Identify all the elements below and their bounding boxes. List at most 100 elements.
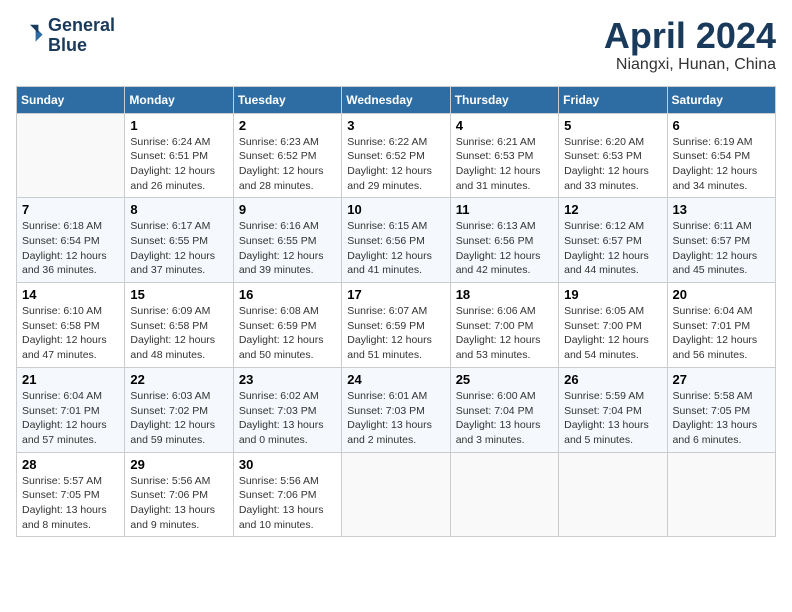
day-number: 10 <box>347 202 444 217</box>
calendar-cell <box>342 452 450 537</box>
calendar-cell: 12 Sunrise: 6:12 AM Sunset: 6:57 PM Dayli… <box>559 198 667 283</box>
day-info: Sunrise: 6:02 AM Sunset: 7:03 PM Dayligh… <box>239 389 336 448</box>
day-info: Sunrise: 6:13 AM Sunset: 6:56 PM Dayligh… <box>456 219 553 278</box>
logo-icon <box>16 22 44 50</box>
day-info: Sunrise: 6:22 AM Sunset: 6:52 PM Dayligh… <box>347 135 444 194</box>
week-row-1: 1Sunrise: 6:24 AM Sunset: 6:51 PM Daylig… <box>17 113 776 198</box>
day-info: Sunrise: 5:56 AM Sunset: 7:06 PM Dayligh… <box>239 474 336 533</box>
day-number: 14 <box>22 287 119 302</box>
week-row-5: 28Sunrise: 5:57 AM Sunset: 7:05 PM Dayli… <box>17 452 776 537</box>
day-info: Sunrise: 6:05 AM Sunset: 7:00 PM Dayligh… <box>564 304 661 363</box>
logo: General Blue <box>16 16 115 56</box>
day-number: 12 <box>564 202 661 217</box>
calendar-cell: 20 Sunrise: 6:04 AM Sunset: 7:01 PM Dayli… <box>667 283 775 368</box>
calendar-cell: 24 Sunrise: 6:01 AM Sunset: 7:03 PM Dayli… <box>342 367 450 452</box>
calendar-cell: 27 Sunrise: 5:58 AM Sunset: 7:05 PM Dayli… <box>667 367 775 452</box>
calendar-table: SundayMondayTuesdayWednesdayThursdayFrid… <box>16 86 776 538</box>
calendar-cell: 22Sunrise: 6:03 AM Sunset: 7:02 PM Dayli… <box>125 367 233 452</box>
day-info: Sunrise: 6:20 AM Sunset: 6:53 PM Dayligh… <box>564 135 661 194</box>
week-row-4: 21 Sunrise: 6:04 AM Sunset: 7:01 PM Dayli… <box>17 367 776 452</box>
week-row-3: 14 Sunrise: 6:10 AM Sunset: 6:58 PM Dayli… <box>17 283 776 368</box>
calendar-cell: 2Sunrise: 6:23 AM Sunset: 6:52 PM Daylig… <box>233 113 341 198</box>
day-number: 3 <box>347 118 444 133</box>
calendar-cell: 25 Sunrise: 6:00 AM Sunset: 7:04 PM Dayli… <box>450 367 558 452</box>
logo-text: General Blue <box>48 16 115 56</box>
calendar-cell <box>559 452 667 537</box>
calendar-cell: 9 Sunrise: 6:16 AM Sunset: 6:55 PM Daylig… <box>233 198 341 283</box>
calendar-cell <box>17 113 125 198</box>
day-header-thursday: Thursday <box>450 86 558 113</box>
day-number: 16 <box>239 287 336 302</box>
day-header-sunday: Sunday <box>17 86 125 113</box>
day-info: Sunrise: 6:04 AM Sunset: 7:01 PM Dayligh… <box>22 389 119 448</box>
day-number: 19 <box>564 287 661 302</box>
day-info: Sunrise: 6:19 AM Sunset: 6:54 PM Dayligh… <box>673 135 770 194</box>
calendar-cell: 4Sunrise: 6:21 AM Sunset: 6:53 PM Daylig… <box>450 113 558 198</box>
day-number: 21 <box>22 372 119 387</box>
calendar-cell: 15 Sunrise: 6:09 AM Sunset: 6:58 PM Dayli… <box>125 283 233 368</box>
day-info: Sunrise: 6:00 AM Sunset: 7:04 PM Dayligh… <box>456 389 553 448</box>
day-number: 25 <box>456 372 553 387</box>
day-info: Sunrise: 6:24 AM Sunset: 6:51 PM Dayligh… <box>130 135 227 194</box>
day-header-monday: Monday <box>125 86 233 113</box>
day-header-friday: Friday <box>559 86 667 113</box>
day-number: 13 <box>673 202 770 217</box>
calendar-cell: 5 Sunrise: 6:20 AM Sunset: 6:53 PM Daylig… <box>559 113 667 198</box>
day-info: Sunrise: 6:15 AM Sunset: 6:56 PM Dayligh… <box>347 219 444 278</box>
day-number: 7 <box>22 202 119 217</box>
day-info: Sunrise: 5:56 AM Sunset: 7:06 PM Dayligh… <box>130 474 227 533</box>
day-info: Sunrise: 5:59 AM Sunset: 7:04 PM Dayligh… <box>564 389 661 448</box>
day-number: 20 <box>673 287 770 302</box>
calendar-header-row: SundayMondayTuesdayWednesdayThursdayFrid… <box>17 86 776 113</box>
calendar-cell: 17Sunrise: 6:07 AM Sunset: 6:59 PM Dayli… <box>342 283 450 368</box>
day-info: Sunrise: 6:18 AM Sunset: 6:54 PM Dayligh… <box>22 219 119 278</box>
title-block: April 2024 Niangxi, Hunan, China <box>604 16 776 74</box>
calendar-cell: 26 Sunrise: 5:59 AM Sunset: 7:04 PM Dayli… <box>559 367 667 452</box>
day-info: Sunrise: 6:16 AM Sunset: 6:55 PM Dayligh… <box>239 219 336 278</box>
day-info: Sunrise: 6:23 AM Sunset: 6:52 PM Dayligh… <box>239 135 336 194</box>
calendar-cell <box>667 452 775 537</box>
day-number: 11 <box>456 202 553 217</box>
location-title: Niangxi, Hunan, China <box>604 56 776 74</box>
day-info: Sunrise: 6:09 AM Sunset: 6:58 PM Dayligh… <box>130 304 227 363</box>
calendar-cell: 16Sunrise: 6:08 AM Sunset: 6:59 PM Dayli… <box>233 283 341 368</box>
day-number: 5 <box>564 118 661 133</box>
day-info: Sunrise: 6:01 AM Sunset: 7:03 PM Dayligh… <box>347 389 444 448</box>
day-info: Sunrise: 5:57 AM Sunset: 7:05 PM Dayligh… <box>22 474 119 533</box>
day-number: 27 <box>673 372 770 387</box>
day-header-wednesday: Wednesday <box>342 86 450 113</box>
day-info: Sunrise: 6:12 AM Sunset: 6:57 PM Dayligh… <box>564 219 661 278</box>
day-number: 9 <box>239 202 336 217</box>
day-number: 22 <box>130 372 227 387</box>
day-number: 6 <box>673 118 770 133</box>
day-number: 26 <box>564 372 661 387</box>
calendar-cell: 28Sunrise: 5:57 AM Sunset: 7:05 PM Dayli… <box>17 452 125 537</box>
calendar-cell <box>450 452 558 537</box>
day-header-tuesday: Tuesday <box>233 86 341 113</box>
calendar-cell: 7 Sunrise: 6:18 AM Sunset: 6:54 PM Daylig… <box>17 198 125 283</box>
day-number: 15 <box>130 287 227 302</box>
day-info: Sunrise: 5:58 AM Sunset: 7:05 PM Dayligh… <box>673 389 770 448</box>
week-row-2: 7 Sunrise: 6:18 AM Sunset: 6:54 PM Daylig… <box>17 198 776 283</box>
calendar-cell: 23 Sunrise: 6:02 AM Sunset: 7:03 PM Dayli… <box>233 367 341 452</box>
calendar-cell: 30 Sunrise: 5:56 AM Sunset: 7:06 PM Dayli… <box>233 452 341 537</box>
day-number: 24 <box>347 372 444 387</box>
calendar-cell: 13Sunrise: 6:11 AM Sunset: 6:57 PM Dayli… <box>667 198 775 283</box>
calendar-cell: 29Sunrise: 5:56 AM Sunset: 7:06 PM Dayli… <box>125 452 233 537</box>
month-title: April 2024 <box>604 16 776 56</box>
calendar-cell: 18Sunrise: 6:06 AM Sunset: 7:00 PM Dayli… <box>450 283 558 368</box>
day-number: 8 <box>130 202 227 217</box>
calendar-cell: 6 Sunrise: 6:19 AM Sunset: 6:54 PM Daylig… <box>667 113 775 198</box>
day-info: Sunrise: 6:04 AM Sunset: 7:01 PM Dayligh… <box>673 304 770 363</box>
day-number: 23 <box>239 372 336 387</box>
calendar-cell: 19 Sunrise: 6:05 AM Sunset: 7:00 PM Dayli… <box>559 283 667 368</box>
calendar-cell: 14 Sunrise: 6:10 AM Sunset: 6:58 PM Dayli… <box>17 283 125 368</box>
day-number: 4 <box>456 118 553 133</box>
day-number: 18 <box>456 287 553 302</box>
day-number: 30 <box>239 457 336 472</box>
calendar-cell: 3 Sunrise: 6:22 AM Sunset: 6:52 PM Daylig… <box>342 113 450 198</box>
calendar-cell: 8Sunrise: 6:17 AM Sunset: 6:55 PM Daylig… <box>125 198 233 283</box>
page-header: General Blue April 2024 Niangxi, Hunan, … <box>16 16 776 74</box>
day-number: 17 <box>347 287 444 302</box>
day-info: Sunrise: 6:10 AM Sunset: 6:58 PM Dayligh… <box>22 304 119 363</box>
